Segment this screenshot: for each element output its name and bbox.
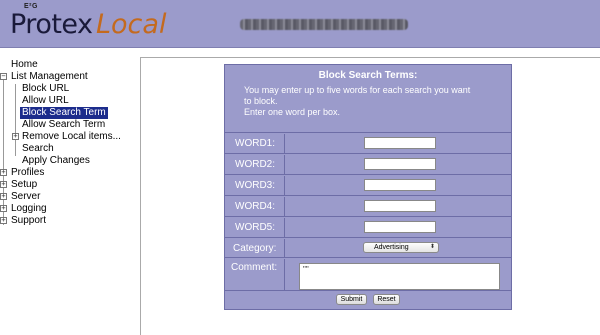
category-select[interactable]: Advertising ⬍ [363,242,439,253]
expand-toggle-icon[interactable]: + [0,217,7,224]
reset-button[interactable]: Reset [373,294,400,305]
sidebar-item-label[interactable]: Allow URL [22,95,69,107]
form-button-row: Submit Reset [225,291,511,309]
sidebar-item-label[interactable]: Setup [11,179,37,191]
tree-line-root [3,75,4,225]
word4-label: WORD4: [235,201,275,212]
word5-row: WORD5: [225,218,511,238]
word2-label-cell: WORD2: [225,155,285,174]
word5-label: WORD5: [235,222,275,233]
tree-line-list-management [15,84,16,156]
word5-label-cell: WORD5: [225,218,285,237]
app-header: E²G Protex Local [0,0,600,48]
comment-row: Comment: "" [225,259,511,291]
category-label: Category: [233,243,277,254]
sidebar-item-label[interactable]: Profiles [11,167,44,179]
select-arrow-icon: ⬍ [429,244,435,250]
category-label-cell: Category: [225,239,285,257]
form-description-line: You may enter up to five words for each … [244,85,471,95]
form-title: Block Search Terms: [318,70,418,81]
word3-label-cell: WORD3: [225,176,285,195]
sidebar-item-label[interactable]: Logging [11,203,47,215]
logo-protex-text: Protex [10,9,93,40]
word3-input[interactable] [364,179,436,191]
form-description-line: Enter one word per box. [244,107,341,117]
sidebar-item-label[interactable]: Block URL [22,83,69,95]
expand-toggle-icon[interactable]: + [0,193,7,200]
word2-input[interactable] [364,158,436,170]
form-description-line: to block. [244,96,278,106]
word2-label: WORD2: [235,159,275,170]
sidebar-item-label[interactable]: Server [11,191,40,203]
expand-toggle-icon[interactable]: + [0,169,7,176]
word5-input[interactable] [364,221,436,233]
sidebar-item-label[interactable]: Remove Local items... [22,131,121,143]
comment-label-cell: Comment: [225,259,285,290]
sidebar-item-label[interactable]: Support [11,215,46,227]
logo-local-text: Local [96,9,167,40]
expand-toggle-icon[interactable]: + [0,205,7,212]
word3-row: WORD3: [225,176,511,196]
word4-label-cell: WORD4: [225,197,285,216]
word3-label: WORD3: [235,180,275,191]
category-row: Category: Advertising ⬍ [225,239,511,258]
comment-textarea[interactable]: "" [299,263,500,290]
sidebar-item-label[interactable]: List Management [11,71,88,83]
form-description: You may enter up to five words for each … [244,85,506,118]
word1-label: WORD1: [235,138,275,149]
word1-input[interactable] [364,137,436,149]
word1-label-cell: WORD1: [225,134,285,153]
redacted-hostname [240,19,408,30]
sidebar-item-label[interactable]: Home [11,59,38,71]
sidebar-item-label[interactable]: Block Search Term [20,107,108,119]
expand-toggle-icon[interactable]: + [12,133,19,140]
word1-row: WORD1: [225,134,511,154]
sidebar-item-label[interactable]: Apply Changes [22,155,90,167]
word4-row: WORD4: [225,197,511,217]
collapse-toggle-icon[interactable]: − [0,73,7,80]
comment-label: Comment: [231,262,278,273]
word4-input[interactable] [364,200,436,212]
block-search-terms-form: Block Search Terms: You may enter up to … [224,64,512,310]
form-header: Block Search Terms: You may enter up to … [225,65,511,133]
submit-button[interactable]: Submit [336,294,367,305]
expand-toggle-icon[interactable]: + [0,181,7,188]
word2-row: WORD2: [225,155,511,175]
sidebar-item-label[interactable]: Allow Search Term [22,119,105,131]
category-select-value: Advertising [374,244,409,251]
sidebar-item-label[interactable]: Search [22,143,54,155]
